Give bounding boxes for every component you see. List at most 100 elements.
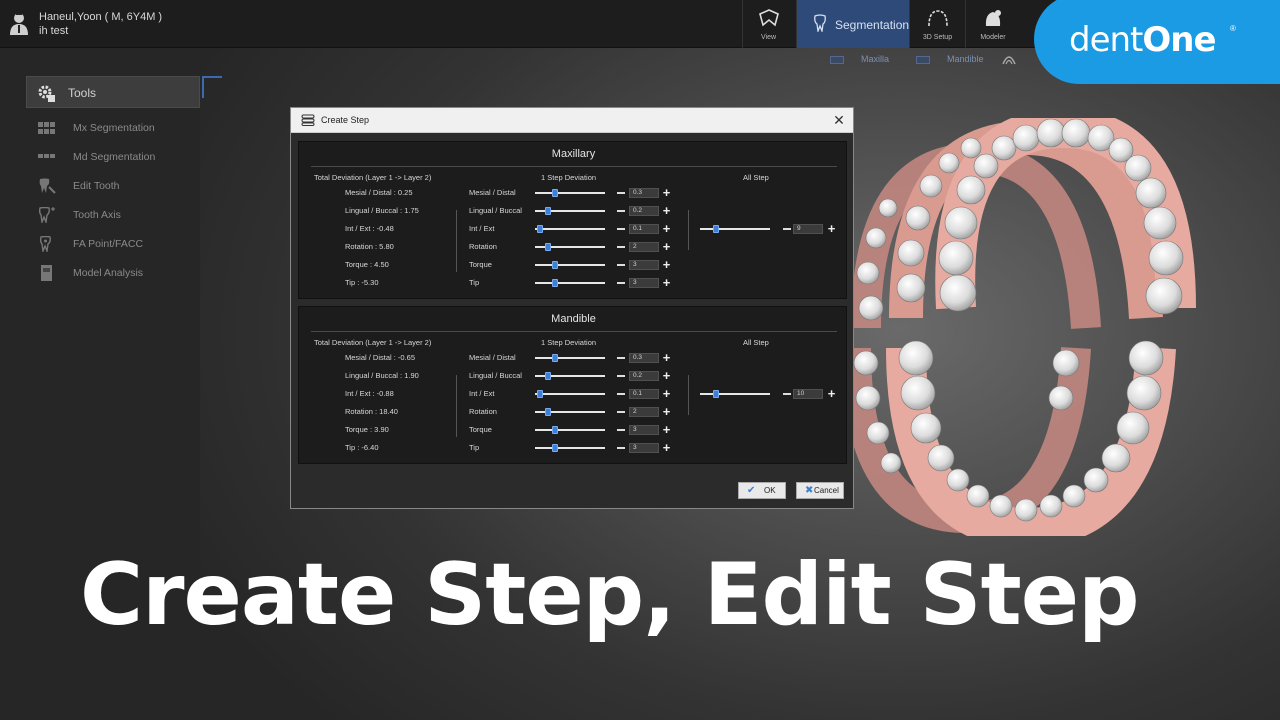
dental-arch-model[interactable] <box>846 118 1206 536</box>
all-step-decrement-button[interactable] <box>783 228 791 230</box>
increment-button[interactable]: + <box>661 240 672 253</box>
decrement-button[interactable] <box>617 429 625 431</box>
tab-mandible[interactable]: Mandible <box>916 54 984 64</box>
step-value-field[interactable]: 0.2 <box>629 206 659 216</box>
decrement-button[interactable] <box>617 411 625 413</box>
step-slider[interactable] <box>535 354 605 362</box>
decrement-button[interactable] <box>617 282 625 284</box>
increment-button[interactable]: + <box>661 423 672 436</box>
decrement-button[interactable] <box>617 357 625 359</box>
slider-thumb[interactable] <box>552 426 559 434</box>
decrement-button[interactable] <box>617 447 625 449</box>
slider-thumb[interactable] <box>552 189 559 197</box>
total-deviation-value: Torque : 4.50 <box>345 260 389 269</box>
ok-button[interactable]: ✔ OK <box>738 482 786 499</box>
tool-label: Mx Segmentation <box>73 122 155 134</box>
decrement-button[interactable] <box>617 264 625 266</box>
slider-thumb[interactable] <box>552 354 559 362</box>
increment-button[interactable]: + <box>661 204 672 217</box>
step-slider[interactable] <box>535 279 605 287</box>
step-deviation-header: 1 Step Deviation <box>541 173 597 182</box>
increment-button[interactable]: + <box>661 258 672 271</box>
decrement-button[interactable] <box>617 228 625 230</box>
dentone-logo: dentOne ® <box>1034 0 1280 84</box>
tool-md-segmentation[interactable]: Md Segmentation <box>26 144 200 172</box>
tool-edit-tooth[interactable]: Edit Tooth <box>26 173 200 201</box>
step-slider[interactable] <box>535 408 605 416</box>
model-analysis-icon <box>41 265 52 281</box>
segmentation-button[interactable]: Segmentation <box>796 0 909 48</box>
step-slider[interactable] <box>535 426 605 434</box>
step-slider[interactable] <box>535 225 605 233</box>
tool-tooth-axis[interactable]: Tooth Axis <box>26 202 200 230</box>
slider-thumb[interactable] <box>536 225 543 233</box>
step-value-field[interactable]: 3 <box>629 443 659 453</box>
step-slider[interactable] <box>535 390 605 398</box>
increment-button[interactable]: + <box>661 441 672 454</box>
step-slider[interactable] <box>535 189 605 197</box>
all-step-increment-button[interactable]: + <box>826 222 837 235</box>
step-value-field[interactable]: 0.2 <box>629 371 659 381</box>
decrement-button[interactable] <box>617 192 625 194</box>
slider-thumb[interactable] <box>552 444 559 452</box>
cancel-button[interactable]: ✖ Cancel <box>796 482 844 499</box>
step-value-field[interactable]: 3 <box>629 425 659 435</box>
tool-model-analysis[interactable]: Model Analysis <box>26 260 200 288</box>
dialog-title-bar[interactable]: Create Step ✕ <box>291 108 853 133</box>
step-value-field[interactable]: 3 <box>629 278 659 288</box>
step-slider[interactable] <box>535 243 605 251</box>
create-step-dialog: Create Step ✕ Maxillary Total Deviation (… <box>290 107 854 509</box>
tool-fa-point[interactable]: FA Point/FACC <box>26 231 200 259</box>
tools-header[interactable]: Tools <box>26 76 200 108</box>
decrement-button[interactable] <box>617 393 625 395</box>
all-step-slider[interactable] <box>700 225 770 233</box>
step-slider[interactable] <box>535 444 605 452</box>
step-value-field[interactable]: 0.1 <box>629 389 659 399</box>
increment-button[interactable]: + <box>661 276 672 289</box>
total-deviation-value: Lingual / Buccal : 1.90 <box>345 371 419 380</box>
decrement-button[interactable] <box>617 246 625 248</box>
step-slider[interactable] <box>535 261 605 269</box>
step-value-field[interactable]: 0.1 <box>629 224 659 234</box>
tool-mx-segmentation[interactable]: Mx Segmentation <box>26 115 200 143</box>
slider-thumb[interactable] <box>544 372 551 380</box>
increment-button[interactable]: + <box>661 405 672 418</box>
slider-thumb[interactable] <box>552 261 559 269</box>
dialog-title: Create Step <box>321 115 370 125</box>
3d-setup-button[interactable]: 3D Setup <box>909 0 965 48</box>
step-value-field[interactable]: 3 <box>629 260 659 270</box>
decrement-button[interactable] <box>617 375 625 377</box>
all-step-value-field[interactable]: 9 <box>793 224 823 234</box>
close-icon[interactable]: ✕ <box>831 112 847 128</box>
all-step-decrement-button[interactable] <box>783 393 791 395</box>
slider-thumb[interactable] <box>712 225 719 233</box>
all-step-increment-button[interactable]: + <box>826 387 837 400</box>
param-label: Tip <box>469 278 480 287</box>
increment-button[interactable]: + <box>661 222 672 235</box>
increment-button[interactable]: + <box>661 186 672 199</box>
mouth-icon[interactable] <box>1002 52 1016 66</box>
increment-button[interactable]: + <box>661 369 672 382</box>
decrement-button[interactable] <box>617 210 625 212</box>
param-label: Torque <box>469 425 492 434</box>
increment-button[interactable]: + <box>661 351 672 364</box>
increment-button[interactable]: + <box>661 387 672 400</box>
modeler-button[interactable]: Modeler <box>965 0 1020 48</box>
step-value-field[interactable]: 0.3 <box>629 353 659 363</box>
slider-thumb[interactable] <box>544 207 551 215</box>
step-value-field[interactable]: 0.3 <box>629 188 659 198</box>
tab-maxilla[interactable]: Maxilla <box>830 54 889 64</box>
step-value-field[interactable]: 2 <box>629 407 659 417</box>
all-step-slider[interactable] <box>700 390 770 398</box>
view-button[interactable]: View <box>742 0 794 48</box>
step-slider[interactable] <box>535 372 605 380</box>
slider-thumb[interactable] <box>544 243 551 251</box>
all-step-value-field[interactable]: 10 <box>793 389 823 399</box>
slider-thumb[interactable] <box>536 390 543 398</box>
slider-thumb[interactable] <box>712 390 719 398</box>
step-value-field[interactable]: 2 <box>629 242 659 252</box>
slider-thumb[interactable] <box>552 279 559 287</box>
total-deviation-value: Int / Ext : -0.88 <box>345 389 394 398</box>
step-slider[interactable] <box>535 207 605 215</box>
slider-thumb[interactable] <box>544 408 551 416</box>
